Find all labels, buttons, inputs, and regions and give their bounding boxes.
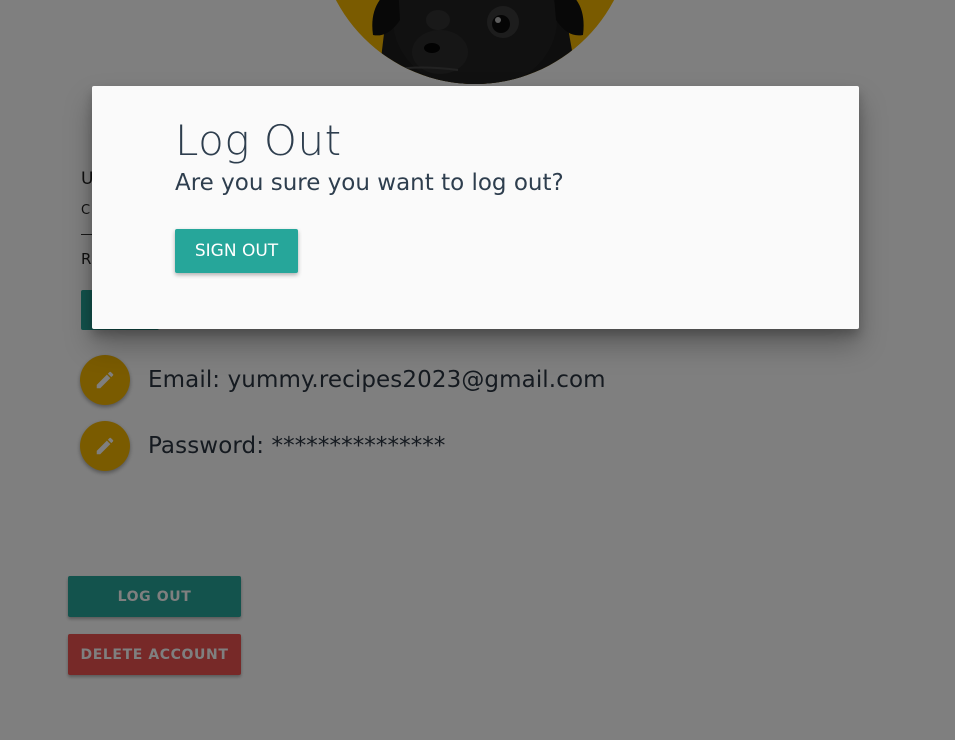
modal-message: Are you sure you want to log out? xyxy=(175,170,564,196)
profile-page: U C R Email: yummy.recipes2023@gmail.com… xyxy=(0,0,955,740)
logout-modal: Log Out Are you sure you want to log out… xyxy=(92,86,859,329)
modal-title: Log Out xyxy=(175,116,342,165)
sign-out-button[interactable]: SIGN OUT xyxy=(175,229,298,273)
